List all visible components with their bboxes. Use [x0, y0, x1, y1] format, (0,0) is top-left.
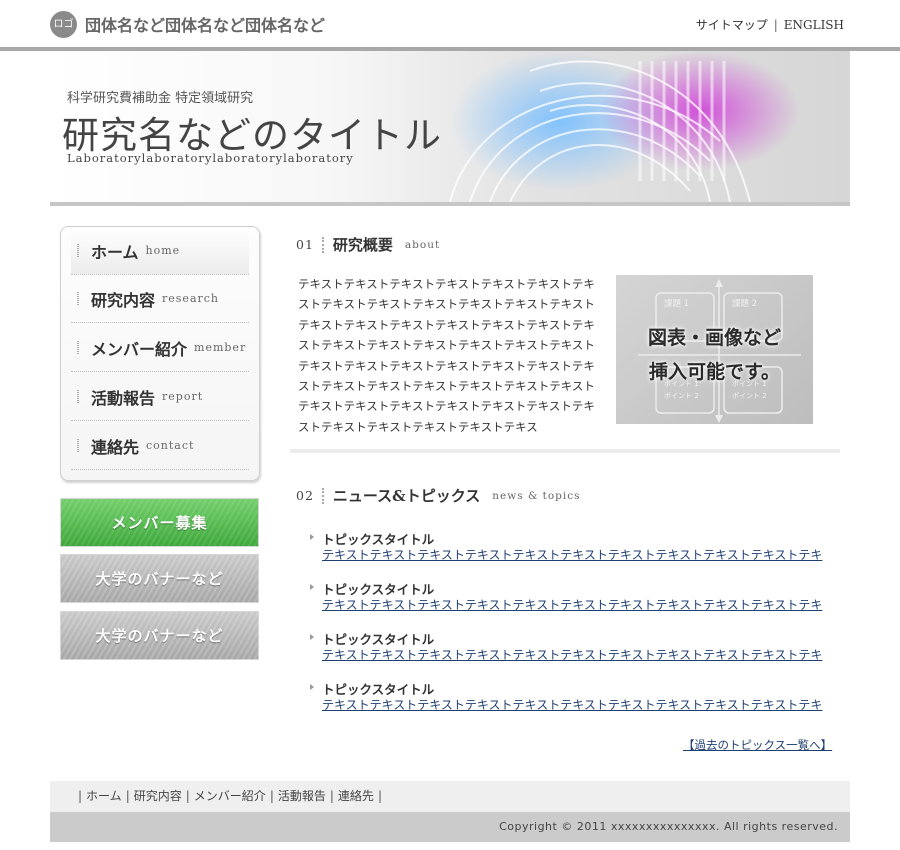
university-banner-1[interactable]: 大学のバナーなど — [60, 554, 259, 603]
past-topics-link[interactable]: 【過去のトピックス一覧へ】 — [683, 737, 832, 753]
banner-subtitle: 科学研究費補助金 特定領域研究 — [67, 91, 254, 106]
banner-lab-name: Laboratorylaboratorylaboratorylaboratory — [67, 151, 354, 165]
section-title-en: about — [404, 238, 441, 251]
arrow-right-icon — [310, 534, 314, 540]
footer-separator: | — [329, 789, 334, 803]
figure-point-2a: ポイント 2 — [664, 392, 699, 400]
footer-navigation: | ホーム | 研究内容 | メンバー紹介 | 活動報告 | 連絡先 | — [50, 781, 850, 812]
banner-rule — [50, 202, 850, 206]
nav-marker-icon — [77, 292, 79, 305]
topic-link[interactable]: テキストテキストテキストテキストテキストテキストテキストテキストテキストテキスト… — [322, 546, 822, 563]
footer-link-research[interactable]: 研究内容 — [134, 789, 182, 803]
section-number: 02 — [296, 488, 314, 503]
footer-separator: | — [185, 789, 190, 803]
nav-marker-icon — [77, 390, 79, 403]
section-title: 研究概要 — [332, 236, 393, 254]
topic-link[interactable]: テキストテキストテキストテキストテキストテキストテキストテキストテキストテキスト… — [322, 696, 822, 713]
heading-divider — [321, 487, 325, 504]
english-link[interactable]: ENGLISH — [784, 18, 844, 32]
footer-separator: | — [125, 789, 130, 803]
copyright: Copyright © 2011 xxxxxxxxxxxxxxx. All ri… — [50, 812, 850, 842]
nav-label-en: research — [162, 292, 219, 305]
nav-item-report[interactable]: 活動報告 report — [71, 373, 249, 421]
footer-separator: | — [377, 789, 382, 803]
organization-name[interactable]: 団体名など団体名など団体名など — [85, 12, 325, 36]
nav-label-en: contact — [146, 439, 195, 452]
arrow-right-icon — [310, 584, 314, 590]
section-number: 01 — [296, 237, 314, 252]
main-banner: 科学研究費補助金 特定領域研究 研究名などのタイトル Laboratorylab… — [50, 51, 850, 202]
heading-divider — [321, 236, 325, 253]
separator: | — [773, 18, 778, 32]
nav-label-en: home — [145, 244, 181, 257]
nav-label: ホーム — [91, 242, 139, 262]
nav-label: 活動報告 — [91, 388, 156, 408]
nav-marker-icon — [77, 439, 79, 452]
about-figure-image: 課題 1 課題 2 ポイント 1 ポイント 2 ポイント 1 ポイント 2 図表… — [616, 275, 813, 424]
news-heading: 02 ニュース&トピックス news & topics — [296, 485, 581, 506]
nav-item-home[interactable]: ホーム home — [71, 227, 249, 275]
figure-caption-line1: 図表・画像など — [647, 327, 781, 349]
about-body-text: テキストテキストテキストテキストテキストテキストテキストテキストテキストテキスト… — [298, 277, 595, 434]
utility-links: サイトマップ | ENGLISH — [696, 16, 844, 33]
section-divider — [290, 449, 840, 453]
nav-marker-icon — [77, 341, 79, 354]
footer-link-contact[interactable]: 連絡先 — [338, 789, 374, 803]
topic-link[interactable]: テキストテキストテキストテキストテキストテキストテキストテキストテキストテキスト… — [322, 646, 822, 663]
figure-caption-line2: 挿入可能です。 — [648, 361, 781, 383]
nav-label: 研究内容 — [91, 290, 156, 310]
side-navigation: ホーム home 研究内容 research メンバー紹介 member 活動報… — [60, 226, 260, 481]
nav-label: 連絡先 — [91, 437, 140, 457]
nav-label-en: report — [162, 390, 204, 403]
section-title: ニュース&トピックス — [332, 487, 481, 505]
footer-separator: | — [78, 789, 83, 803]
footer-separator: | — [269, 789, 274, 803]
member-recruit-banner[interactable]: メンバー募集 — [60, 498, 259, 547]
section-title-en: news & topics — [492, 489, 581, 502]
nav-marker-icon — [77, 244, 79, 257]
nav-item-contact[interactable]: 連絡先 contact — [71, 422, 249, 470]
arrow-right-icon — [310, 634, 314, 640]
banner-art-image — [449, 51, 800, 202]
figure-label-1: 課題 1 — [664, 298, 689, 309]
figure-point-2b: ポイント 2 — [732, 392, 767, 400]
university-banner-2[interactable]: 大学のバナーなど — [60, 611, 259, 660]
arrow-right-icon — [310, 684, 314, 690]
nav-item-research[interactable]: 研究内容 research — [71, 275, 249, 323]
footer-link-member[interactable]: メンバー紹介 — [194, 789, 266, 803]
figure-caption: 図表・画像など 挿入可能です。 — [616, 321, 813, 389]
about-heading: 01 研究概要 about — [296, 234, 440, 255]
site-header: ロゴ 団体名など団体名など団体名など サイトマップ | ENGLISH — [50, 0, 850, 48]
topic-link[interactable]: テキストテキストテキストテキストテキストテキストテキストテキストテキストテキスト… — [322, 596, 822, 613]
sitemap-link[interactable]: サイトマップ — [696, 18, 768, 32]
nav-label: メンバー紹介 — [91, 339, 188, 359]
footer-link-home[interactable]: ホーム — [86, 789, 122, 803]
nav-item-member[interactable]: メンバー紹介 member — [71, 324, 249, 372]
figure-label-2: 課題 2 — [732, 298, 757, 309]
footer-link-report[interactable]: 活動報告 — [278, 789, 326, 803]
logo[interactable]: ロゴ — [50, 11, 77, 38]
nav-label-en: member — [194, 341, 247, 354]
